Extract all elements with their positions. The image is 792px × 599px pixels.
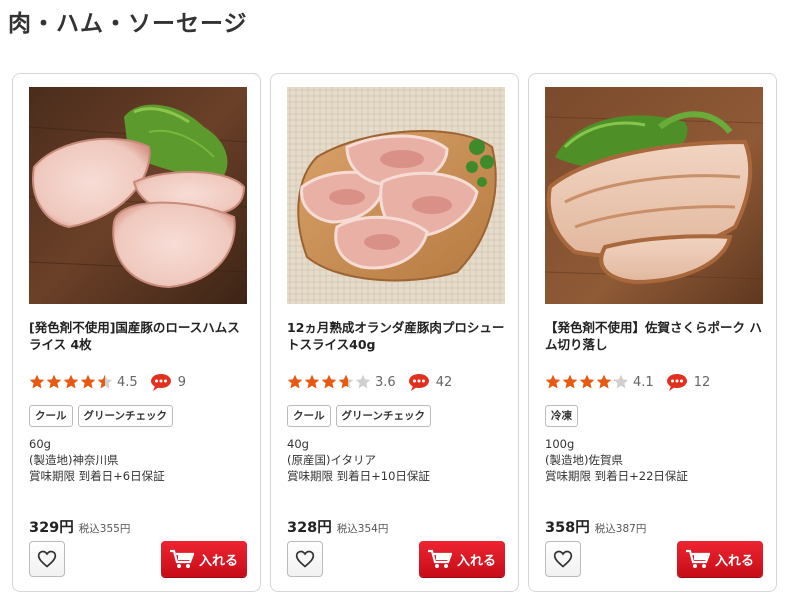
star-icon [304, 374, 320, 390]
product-weight: 40g [287, 437, 309, 451]
star-rating [29, 374, 114, 390]
star-icon [29, 374, 45, 390]
product-name[interactable]: 【発色剤不使用】佐賀さくらポーク ハム切り落し [545, 319, 767, 353]
price-row: 328円 税込354円 [287, 516, 388, 537]
favorite-button[interactable] [545, 541, 581, 577]
product-origin: (製造地)佐賀県 [545, 453, 623, 467]
review-link[interactable]: 12 [666, 373, 711, 391]
star-icon [596, 374, 612, 390]
rating: 3.6 42 [287, 373, 452, 391]
star-icon [46, 374, 62, 390]
tag-cool: クール [287, 405, 331, 427]
product-image[interactable] [287, 87, 505, 304]
tag-frozen: 冷凍 [545, 405, 578, 427]
product-card: 【発色剤不使用】佐賀さくらポーク ハム切り落し 4.1 12 冷凍 100g (… [528, 73, 777, 592]
star-rating [287, 374, 372, 390]
star-icon [562, 374, 578, 390]
product-expiry: 賞味期限 到着日+10日保証 [287, 469, 430, 483]
star-icon [579, 374, 595, 390]
add-to-cart-label: 入れる [198, 553, 238, 569]
price: 329円 [29, 520, 74, 536]
product-image[interactable] [29, 87, 247, 304]
product-origin: (原産国)イタリア [287, 453, 377, 467]
product-origin: (製造地)神奈川県 [29, 453, 119, 467]
favorite-button[interactable] [29, 541, 65, 577]
rating-score: 3.6 [375, 374, 396, 390]
rating-score: 4.5 [117, 374, 138, 390]
product-card: 12ヵ月熟成オランダ産豚肉プロシュートスライス40g 3.6 42 クール グリ… [270, 73, 519, 592]
rating: 4.5 9 [29, 373, 186, 391]
cart-icon [169, 549, 194, 568]
heart-icon [295, 550, 315, 568]
star-icon [287, 374, 303, 390]
price: 358円 [545, 520, 590, 536]
product-expiry: 賞味期限 到着日+6日保証 [29, 469, 165, 483]
star-icon [80, 374, 96, 390]
star-icon [63, 374, 79, 390]
add-to-cart-label: 入れる [456, 553, 496, 569]
product-details: 60g (製造地)神奈川県 賞味期限 到着日+6日保証 [29, 436, 165, 484]
product-name[interactable]: 12ヵ月熟成オランダ産豚肉プロシュートスライス40g [287, 319, 509, 353]
speech-bubble-icon [666, 374, 687, 391]
add-to-cart-button[interactable]: 入れる [419, 541, 505, 577]
page-title: 肉・ハム・ソーセージ [8, 11, 248, 37]
star-icon [613, 374, 629, 390]
price-row: 329円 税込355円 [29, 516, 130, 537]
cart-icon [427, 549, 452, 568]
tag-green-check: グリーンチェック [77, 405, 173, 427]
product-details: 100g (製造地)佐賀県 賞味期限 到着日+22日保証 [545, 436, 688, 484]
review-link[interactable]: 42 [408, 373, 453, 391]
heart-icon [553, 550, 573, 568]
favorite-button[interactable] [287, 541, 323, 577]
product-weight: 100g [545, 437, 575, 451]
tag-list: クール グリーンチェック [287, 405, 436, 427]
review-count: 42 [435, 374, 453, 390]
price: 328円 [287, 520, 332, 536]
review-link[interactable]: 9 [150, 373, 186, 391]
add-to-cart-button[interactable]: 入れる [677, 541, 763, 577]
review-count: 12 [693, 374, 711, 390]
star-icon [355, 374, 371, 390]
rating: 4.1 12 [545, 373, 710, 391]
star-icon [545, 374, 561, 390]
product-weight: 60g [29, 437, 51, 451]
star-icon [321, 374, 337, 390]
speech-bubble-icon [408, 374, 429, 391]
price-row: 358円 税込387円 [545, 516, 646, 537]
product-details: 40g (原産国)イタリア 賞味期限 到着日+10日保証 [287, 436, 430, 484]
price-tax-included: 税込355円 [78, 523, 131, 535]
price-tax-included: 税込387円 [594, 523, 647, 535]
review-count: 9 [177, 374, 186, 390]
price-tax-included: 税込354円 [336, 523, 389, 535]
product-image[interactable] [545, 87, 763, 304]
add-to-cart-button[interactable]: 入れる [161, 541, 247, 577]
speech-bubble-icon [150, 374, 171, 391]
product-card: [発色剤不使用]国産豚のロースハムスライス 4枚 4.5 9 クール グリーンチ… [12, 73, 261, 592]
product-name[interactable]: [発色剤不使用]国産豚のロースハムスライス 4枚 [29, 319, 251, 353]
heart-icon [37, 550, 57, 568]
star-icon [338, 374, 354, 390]
rating-score: 4.1 [633, 374, 654, 390]
tag-list: 冷凍 [545, 405, 583, 427]
tag-green-check: グリーンチェック [335, 405, 431, 427]
star-rating [545, 374, 630, 390]
add-to-cart-label: 入れる [714, 553, 754, 569]
tag-cool: クール [29, 405, 73, 427]
tag-list: クール グリーンチェック [29, 405, 178, 427]
star-icon [97, 374, 113, 390]
cart-icon [685, 549, 710, 568]
product-expiry: 賞味期限 到着日+22日保証 [545, 469, 688, 483]
